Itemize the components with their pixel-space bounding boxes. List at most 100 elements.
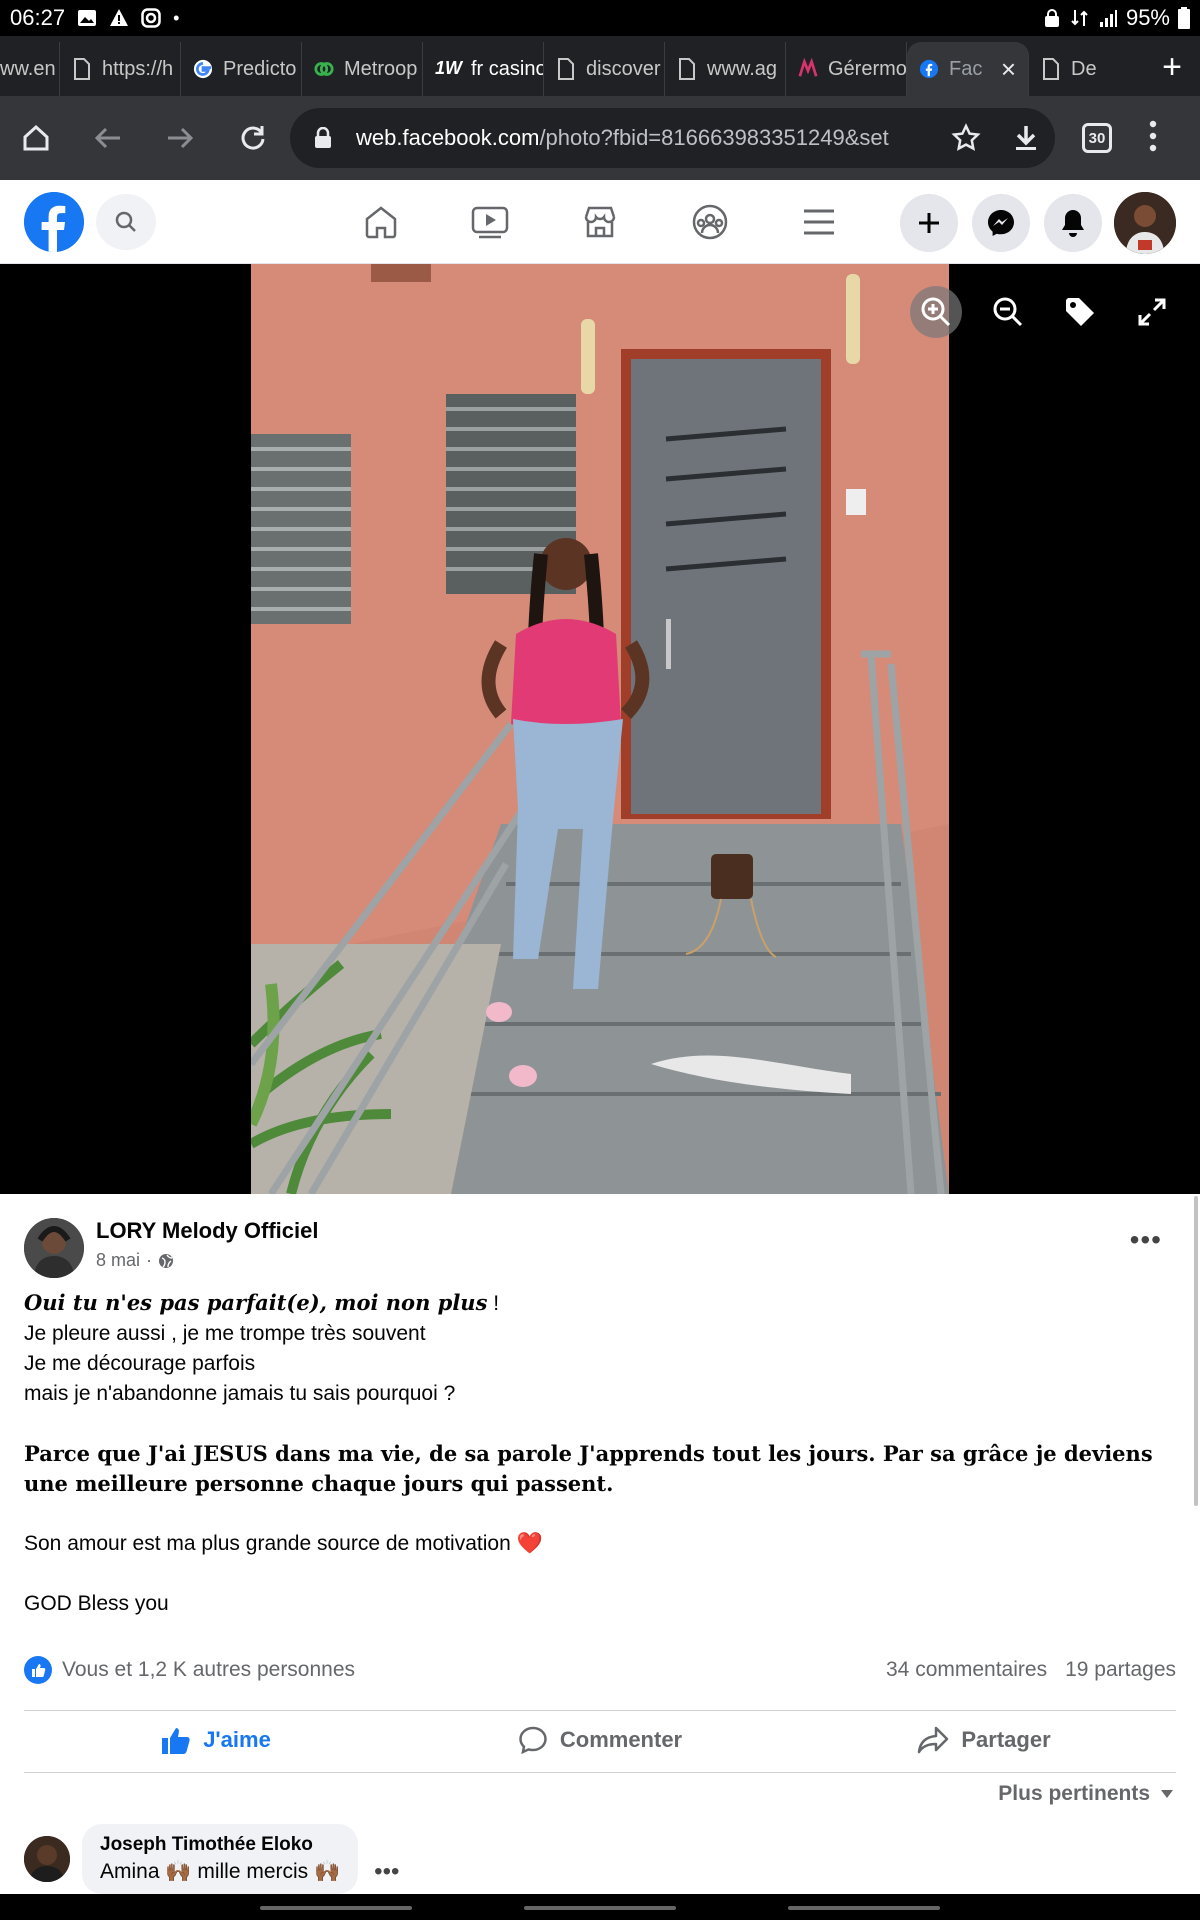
plus-icon	[919, 213, 939, 233]
author-name[interactable]: LORY Melody Officiel	[96, 1218, 318, 1244]
tab-label: www.ag	[707, 57, 778, 80]
post-photo[interactable]	[251, 264, 949, 1194]
like-reaction-icon	[24, 1656, 52, 1684]
tab-7[interactable]: Gérermo	[786, 42, 907, 96]
messenger-button[interactable]	[972, 194, 1030, 252]
post-line-text: Son amour est ma plus grande source de m…	[24, 1532, 511, 1555]
tab-3[interactable]: Metroop	[302, 42, 423, 96]
home-button[interactable]	[0, 102, 72, 174]
menu-kebab-icon[interactable]	[1148, 116, 1158, 156]
nav-pill[interactable]	[524, 1906, 676, 1910]
zoom-in-button[interactable]	[910, 286, 962, 338]
post-line: mais je n'abandonne jamais tu sais pourq…	[24, 1382, 456, 1405]
tag-button[interactable]	[1054, 286, 1106, 338]
forward-button[interactable]	[144, 102, 216, 174]
home-outline-icon	[365, 206, 397, 239]
zoom-out-icon	[993, 297, 1023, 327]
tab-switcher-button[interactable]: 30	[1082, 123, 1112, 153]
1w-icon: 1W	[435, 58, 462, 78]
battery-icon	[1178, 7, 1190, 29]
search-button[interactable]	[96, 194, 156, 250]
warning-icon	[110, 9, 129, 26]
tab-6[interactable]: www.ag	[665, 42, 786, 96]
tab-8-active[interactable]: Fac ×	[907, 42, 1029, 96]
nav-marketplace[interactable]	[570, 192, 630, 252]
facebook-logo-icon[interactable]	[24, 192, 84, 252]
tab-4[interactable]: 1W fr casino	[423, 42, 544, 96]
tab-5[interactable]: discover	[544, 42, 665, 96]
meta-icon	[798, 58, 818, 77]
nav-groups[interactable]	[680, 192, 740, 252]
search-icon	[115, 211, 136, 232]
tab-0[interactable]: ww.en	[0, 42, 60, 96]
comments-count[interactable]: 34 commentaires	[886, 1658, 1047, 1682]
tab-label: https://h	[102, 57, 174, 80]
back-button[interactable]	[72, 102, 144, 174]
reload-icon	[241, 126, 265, 150]
profile-avatar[interactable]	[1114, 192, 1176, 254]
tab-2[interactable]: Predicto	[181, 42, 302, 96]
reload-button[interactable]	[216, 102, 288, 174]
tab-label: fr casino	[471, 57, 544, 80]
download-icon[interactable]	[1011, 123, 1041, 153]
page-icon	[74, 58, 90, 80]
author-avatar[interactable]	[24, 1218, 84, 1278]
scrollbar[interactable]	[1194, 1196, 1198, 1506]
home-icon	[23, 124, 49, 151]
instagram-icon	[141, 8, 161, 28]
fullscreen-button[interactable]	[1126, 286, 1178, 338]
post-options-button[interactable]: •••	[1130, 1224, 1162, 1256]
post-line-italic: Oui tu n'es pas parfait(e), moi non plus	[24, 1290, 488, 1315]
comment-button[interactable]: Commenter	[408, 1710, 792, 1770]
facebook-header	[0, 180, 1200, 264]
avatar-image	[24, 1218, 84, 1278]
groups-icon	[692, 204, 728, 240]
lock-icon	[1044, 9, 1059, 27]
new-tab-button[interactable]: +	[1162, 48, 1182, 87]
post-line-bold: Parce que J'ai JESUS dans ma vie, de sa …	[24, 1441, 1153, 1496]
create-button[interactable]	[900, 194, 958, 252]
share-arrow-icon	[918, 1726, 949, 1754]
marketplace-icon	[584, 206, 616, 238]
share-label: Partager	[961, 1727, 1051, 1752]
photo-illustration	[251, 264, 949, 1194]
dot-icon: •	[173, 7, 180, 28]
post-text: Oui tu n'es pas parfait(e), moi non plus…	[24, 1288, 1154, 1619]
comment-text: Amina 🙌🏾 mille mercis 🙌🏾	[100, 1860, 341, 1883]
tab-1[interactable]: https://h	[60, 42, 181, 96]
page-icon	[679, 58, 695, 80]
like-button[interactable]: J'aime	[24, 1710, 408, 1770]
notifications-button[interactable]	[1044, 194, 1102, 252]
post-date[interactable]: 8 mai	[96, 1250, 140, 1271]
nav-home[interactable]	[351, 192, 411, 252]
address-bar[interactable]: web.facebook.com/photo?fbid=816663983351…	[290, 108, 1055, 168]
tab-label: discover	[586, 57, 661, 80]
commenter-name[interactable]: Joseph Timothée Eloko	[100, 1834, 340, 1856]
shares-count[interactable]: 19 partages	[1065, 1658, 1176, 1682]
tab-9[interactable]: De	[1029, 42, 1150, 96]
comment-options-button[interactable]: •••	[374, 1858, 399, 1886]
star-icon[interactable]	[951, 123, 981, 153]
reactions-count[interactable]: Vous et 1,2 K autres personnes	[62, 1658, 355, 1682]
commenter-avatar[interactable]	[24, 1836, 70, 1882]
heart-emoji: ❤️	[516, 1532, 543, 1555]
expand-icon	[1138, 298, 1166, 326]
like-label: J'aime	[203, 1727, 271, 1752]
nav-watch[interactable]	[460, 192, 520, 252]
divider	[24, 1772, 1176, 1773]
close-tab-icon[interactable]: ×	[1001, 54, 1016, 85]
tab-label: ww.en	[0, 57, 56, 80]
post-line: Son amour est ma plus grande source de m…	[24, 1529, 1154, 1559]
nav-pill[interactable]	[788, 1906, 940, 1910]
share-button[interactable]: Partager	[792, 1710, 1176, 1770]
comment-sort-dropdown[interactable]: Plus pertinents	[998, 1782, 1174, 1806]
nav-pill[interactable]	[260, 1906, 412, 1910]
nav-menu[interactable]	[789, 192, 849, 252]
comment-bubble-icon	[519, 1726, 547, 1755]
comment-item: Joseph Timothée Eloko Amina 🙌🏾 mille mer…	[24, 1824, 399, 1894]
url-host: web.facebook.com	[356, 125, 540, 150]
zoom-out-button[interactable]	[982, 286, 1034, 338]
facebook-icon	[919, 59, 939, 79]
status-bar: 06:27 • 95%	[0, 0, 1200, 36]
tab-label: De	[1071, 57, 1097, 80]
